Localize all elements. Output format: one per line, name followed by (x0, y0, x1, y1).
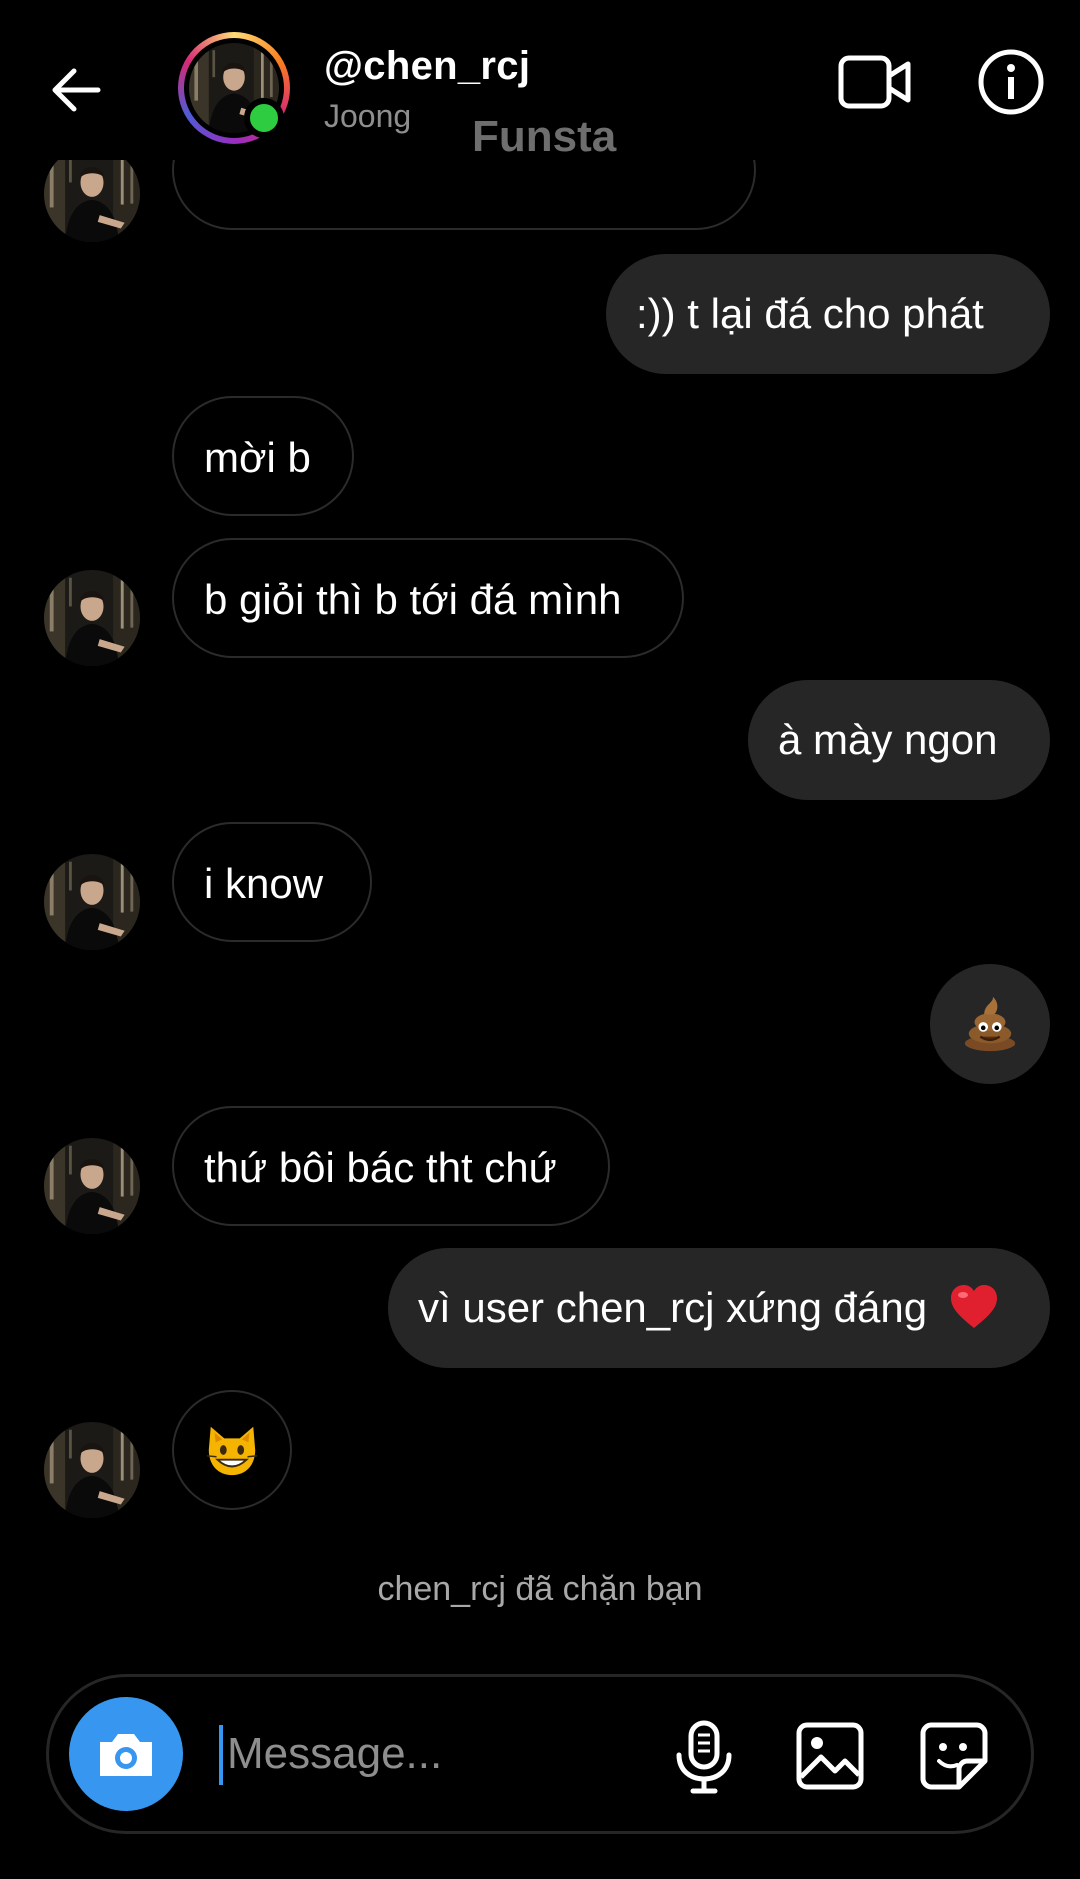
message-text: vì user chen_rcj xứng đáng (418, 1284, 928, 1331)
message-text: :)) t lại đá cho phát (636, 290, 984, 337)
info-button[interactable] (977, 48, 1045, 116)
outgoing-message[interactable]: à mày ngon (748, 680, 1050, 800)
microphone-icon (676, 1720, 732, 1794)
incoming-message[interactable]: b giỏi thì b tới đá mình (172, 538, 684, 658)
incoming-message[interactable]: mời b (172, 396, 354, 516)
back-arrow-icon (52, 68, 101, 112)
video-call-button[interactable] (838, 50, 912, 114)
sender-avatar[interactable] (44, 146, 140, 242)
message-text: b giỏi thì b tới đá mình (204, 576, 622, 623)
outgoing-message[interactable]: vì user chen_rcj xứng đáng (388, 1248, 1050, 1368)
gallery-button[interactable] (795, 1721, 865, 1791)
online-status-dot (244, 98, 284, 138)
chat-header: @chen_rcj Joong Funsta (0, 0, 1080, 161)
message-text: mời b (204, 434, 311, 481)
incoming-emoji-message[interactable] (172, 1390, 292, 1510)
sender-avatar[interactable] (44, 1422, 140, 1518)
video-call-icon (838, 55, 911, 109)
sender-avatar[interactable] (44, 854, 140, 950)
camera-icon (100, 1734, 152, 1776)
message-composer (46, 1674, 1034, 1834)
header-subtitle: Joong (324, 98, 412, 134)
message-text: thứ bôi bác tht chứ (204, 1144, 557, 1191)
message-text: à mày ngon (778, 716, 998, 763)
camera-button[interactable] (69, 1697, 183, 1811)
overlay-tag-text: Funsta (472, 112, 617, 161)
sender-avatar[interactable] (44, 570, 140, 666)
sticker-icon (920, 1722, 988, 1790)
back-button[interactable] (44, 58, 108, 122)
grinning-cat-icon (206, 1426, 258, 1476)
chat-screen: @chen_rcj Joong Funsta ppnaravit :)) t l… (0, 0, 1080, 1879)
sender-avatar[interactable] (44, 1138, 140, 1234)
message-text: i know (204, 860, 324, 907)
message-input[interactable] (219, 1721, 697, 1787)
blocked-notice: chen_rcj đã chặn bạn (377, 1570, 703, 1608)
sticker-button[interactable] (919, 1721, 989, 1791)
voice-message-button[interactable] (669, 1719, 739, 1795)
red-heart-icon (950, 1284, 997, 1328)
outgoing-message[interactable]: :)) t lại đá cho phát (606, 254, 1050, 374)
incoming-message[interactable]: i know (172, 822, 372, 942)
incoming-message[interactable]: thứ bôi bác tht chứ (172, 1106, 610, 1226)
header-username[interactable]: @chen_rcj (324, 44, 530, 89)
pile-of-poo-icon (964, 996, 1016, 1052)
info-icon (978, 49, 1044, 115)
gallery-icon (796, 1722, 864, 1790)
outgoing-emoji-message[interactable] (930, 964, 1050, 1084)
